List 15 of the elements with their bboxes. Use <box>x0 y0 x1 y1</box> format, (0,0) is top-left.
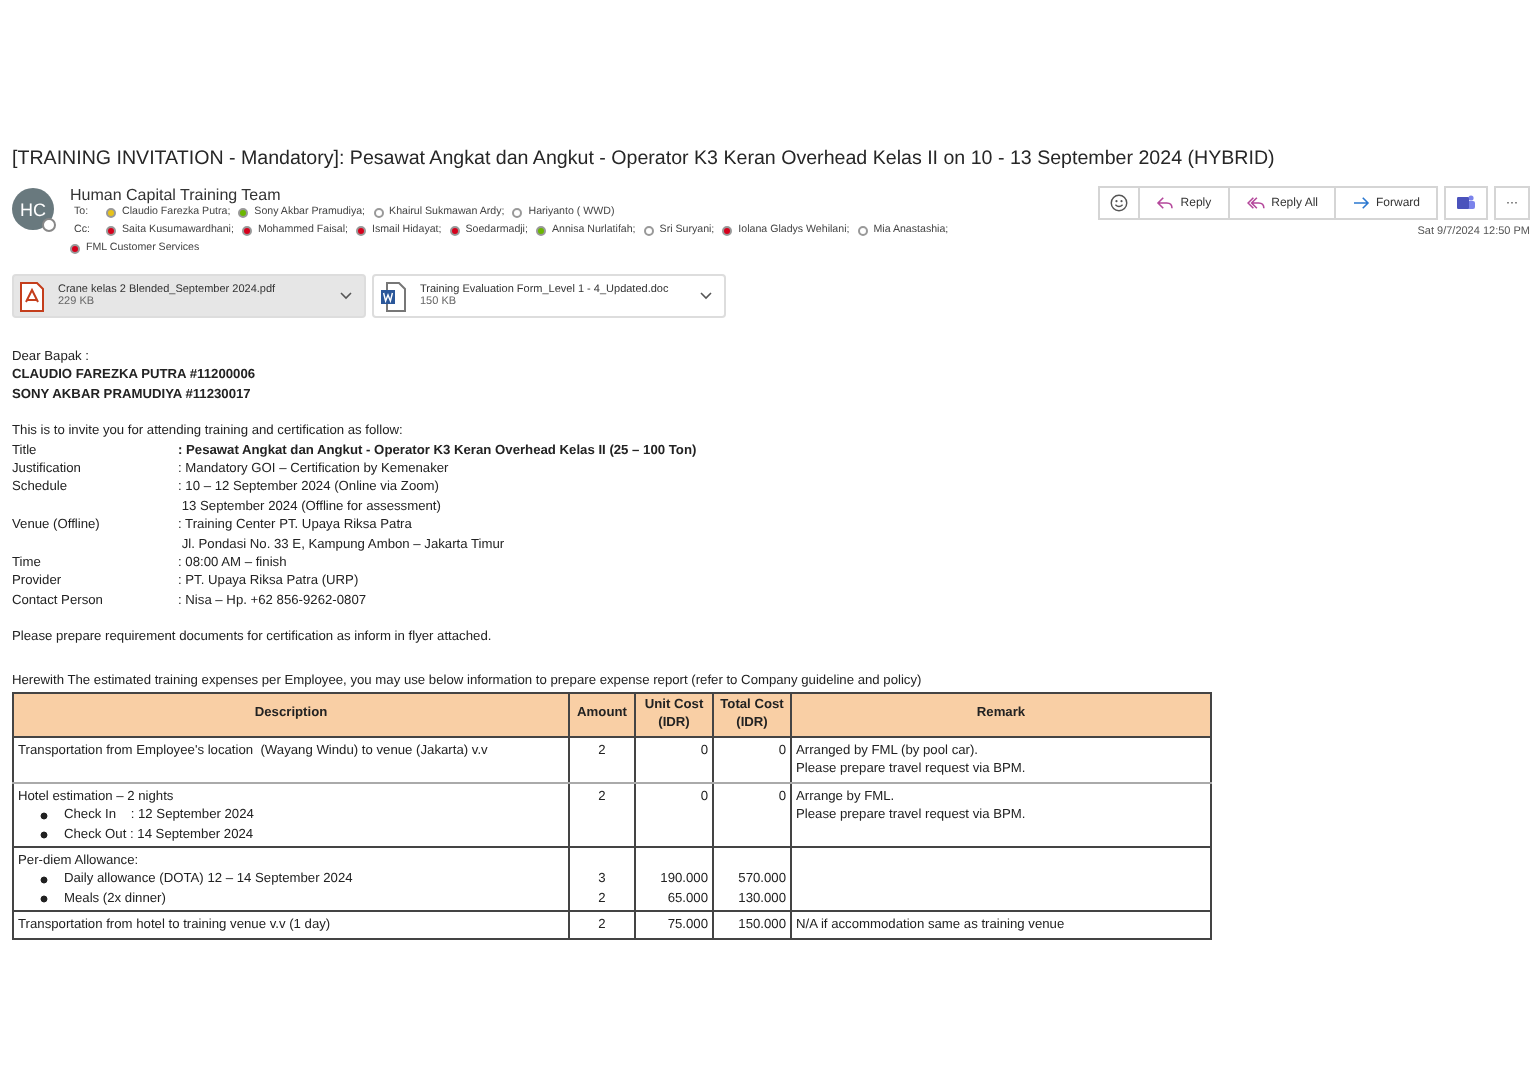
chevron-down-icon <box>700 292 712 300</box>
presence-icon <box>42 218 56 232</box>
reaction-button[interactable] <box>1098 186 1141 220</box>
reply-all-icon <box>1245 196 1266 210</box>
chevron-down-icon <box>340 292 352 300</box>
smiley-icon <box>1110 194 1129 212</box>
reply-icon <box>1156 196 1175 210</box>
teams-button[interactable] <box>1444 186 1488 220</box>
teams-icon <box>1456 194 1476 212</box>
word-file-icon <box>380 281 406 311</box>
email-subject: [TRAINING INVITATION - Mandatory]: Pesawat Angkat dan Angkut - Operator K3 Keran Overhead Kelas II on 10 - 13 September 2024 (HYBRID) <box>12 148 1277 170</box>
sender-name[interactable]: Human Capital Training Team <box>70 186 1099 204</box>
pdf-file-icon <box>20 281 44 311</box>
forward-icon <box>1351 196 1370 210</box>
sender-avatar: HC <box>12 188 54 230</box>
